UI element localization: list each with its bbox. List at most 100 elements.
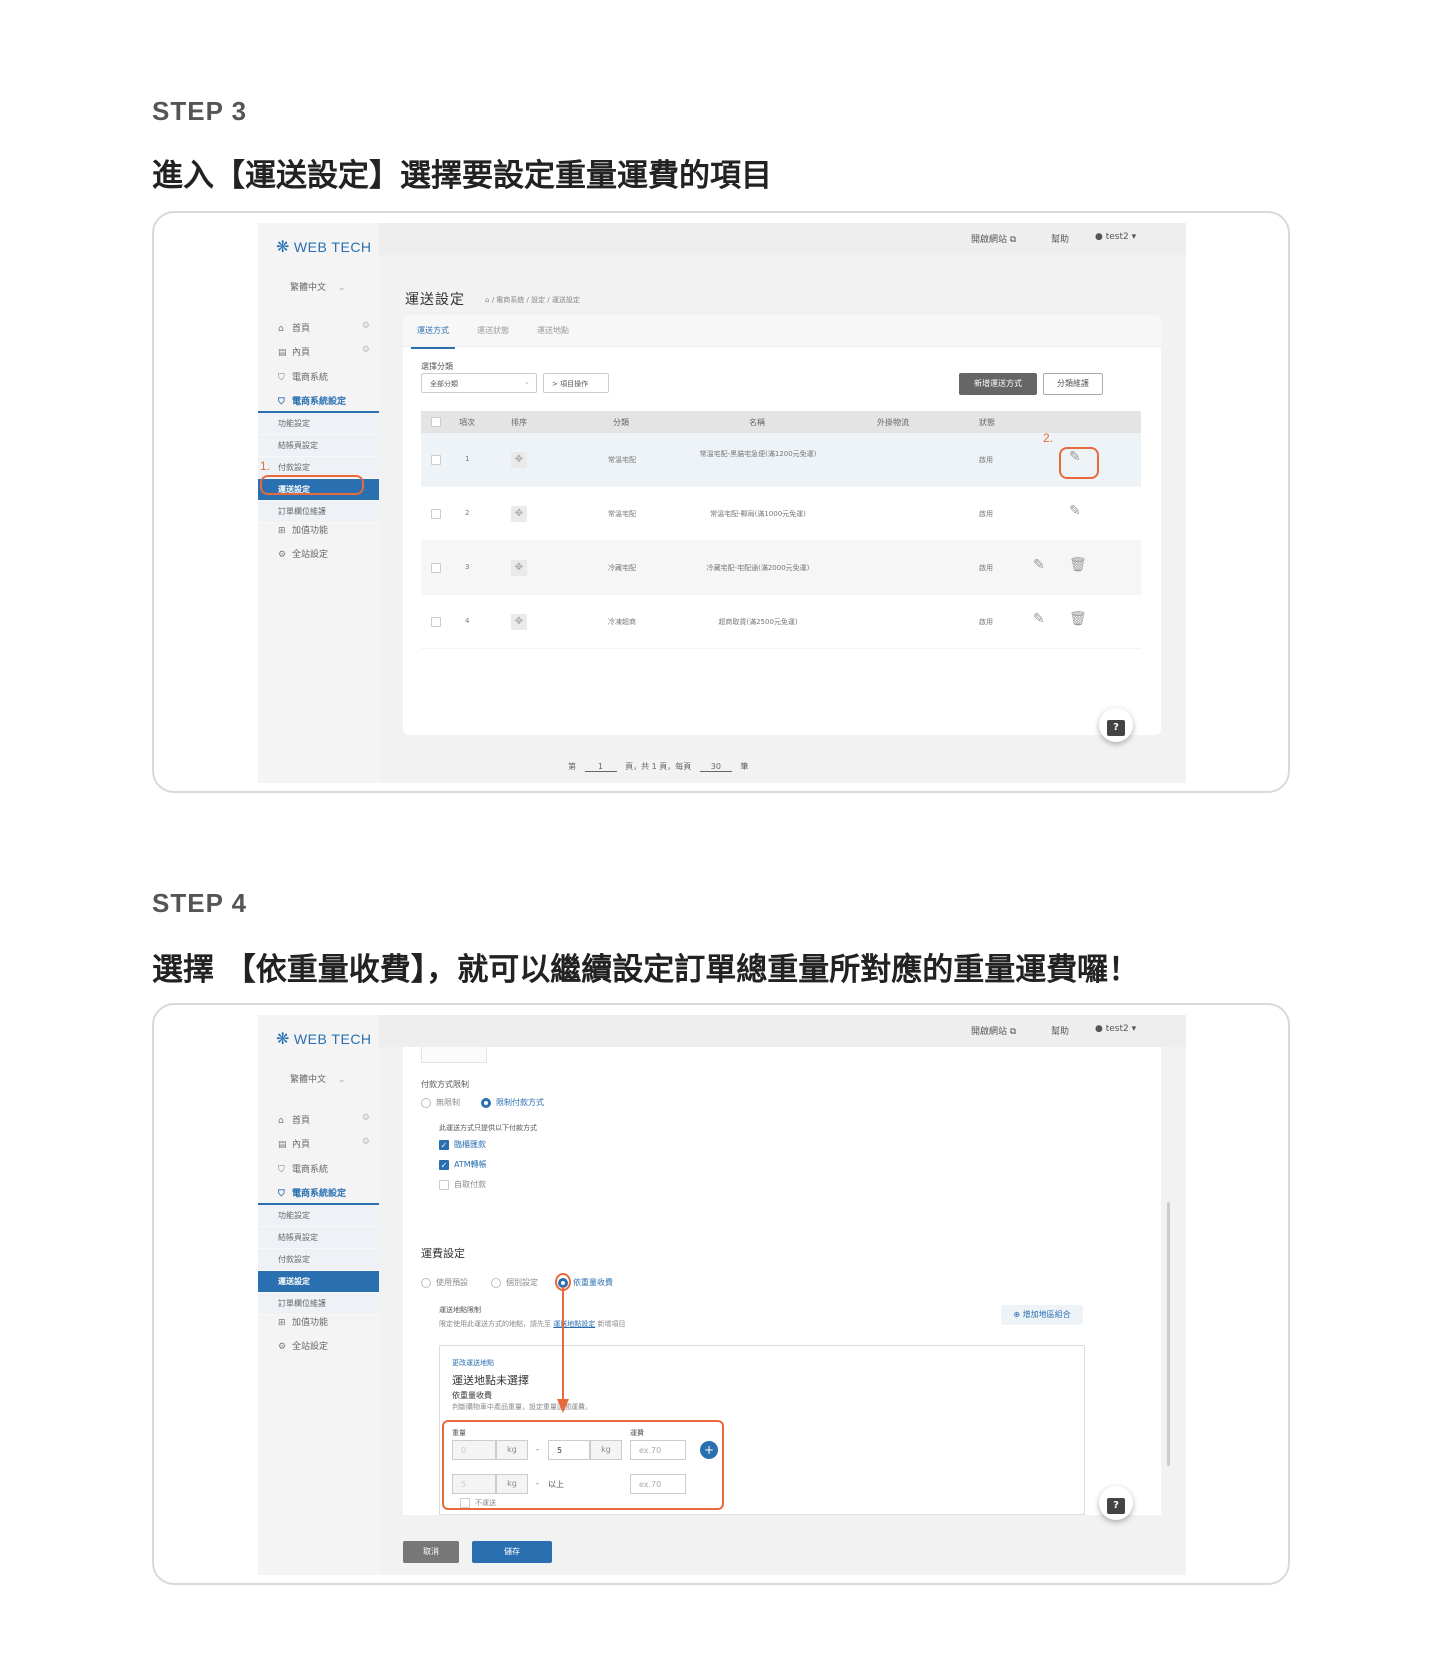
drag-handle-icon[interactable]: ✥ xyxy=(511,506,527,522)
row-checkbox[interactable] xyxy=(431,563,441,573)
category-label: 選擇分類 xyxy=(421,362,453,371)
checkbox-atm[interactable]: ✓ ATM轉帳 xyxy=(439,1159,487,1170)
gear-icon[interactable]: ⚙ xyxy=(362,321,370,331)
step3-title: 進入【運送設定】選擇要設定重量運費的項目 xyxy=(152,158,772,194)
drag-handle-icon[interactable]: ✥ xyxy=(511,452,527,468)
sidebar-item-label: 內頁 xyxy=(292,348,311,358)
sidebar-item-site-settings[interactable]: ⚙ 全站設定 xyxy=(278,547,370,563)
sidebar-item-addons[interactable]: ⊞ 加值功能 xyxy=(278,1315,370,1331)
user-menu[interactable]: ● test2 ▾ xyxy=(1095,232,1136,242)
gear-icon[interactable]: ⚙ xyxy=(362,345,370,355)
radio-no-limit[interactable]: 無限制 xyxy=(421,1097,460,1108)
radio-use-default[interactable]: 使用預設 xyxy=(421,1277,468,1288)
row-name: 常溫宅配-黑貓宅急便(滿1200元免運) xyxy=(699,450,817,458)
edit-icon[interactable]: ✎ xyxy=(1033,611,1045,627)
sidebar-item-ecommerce-settings[interactable]: ⛉ 電商系統設定 xyxy=(278,1186,370,1202)
sidebar-subitem-order-fields[interactable]: 訂單欄位維護 xyxy=(258,501,379,523)
sidebar-subitem-order-fields[interactable]: 訂單欄位維護 xyxy=(258,1293,379,1315)
trash-icon[interactable]: 🗑 xyxy=(1069,611,1087,627)
help-link[interactable]: 幫助 xyxy=(1051,232,1069,245)
column-header: 分類 xyxy=(613,418,629,427)
tab-shipping-methods[interactable]: 運送方式 xyxy=(411,325,455,349)
annotation-highlight-shipping xyxy=(260,475,364,495)
tab-shipping-status[interactable]: 運送狀態 xyxy=(477,325,509,336)
sidebar-item-ecommerce-settings[interactable]: ⛉ 電商系統設定 xyxy=(278,394,370,410)
open-site-link[interactable]: 開啟網站 ⧉ xyxy=(971,1024,1016,1037)
sidebar-item-pages[interactable]: ▤ 內頁 ⚙ xyxy=(278,345,370,361)
sidebar-item-label: 全站設定 xyxy=(292,1342,329,1352)
sidebar-item-home[interactable]: ⌂ 首頁 ⚙ xyxy=(278,321,370,337)
pager-prefix: 第 xyxy=(568,762,576,771)
trash-icon[interactable]: 🗑 xyxy=(1069,557,1087,573)
sidebar-item-label: 全站設定 xyxy=(292,550,329,560)
category-maintenance-button[interactable]: 分類維護 xyxy=(1043,373,1103,395)
radio-circle xyxy=(491,1277,501,1288)
sidebar-subitem-checkout[interactable]: 結帳頁設定 xyxy=(258,1227,379,1249)
checkbox-counter-transfer[interactable]: ✓ 臨櫃匯款 xyxy=(439,1139,486,1150)
zone-limit-note-text: 限定使用此運送方式的地點，請先至 xyxy=(439,1320,551,1328)
per-page-input[interactable]: 30 xyxy=(699,762,732,772)
help-link[interactable]: 幫助 xyxy=(1051,1024,1069,1037)
user-menu[interactable]: ● test2 ▾ xyxy=(1095,1024,1136,1034)
row-checkbox[interactable] xyxy=(431,617,441,627)
category-select[interactable]: 全部分類 ⌄ xyxy=(421,373,537,393)
table-row[interactable]: 4 ✥ 冷凍超商 超商取貨(滿2500元免運) 啟用 ✎ 🗑 xyxy=(421,595,1141,649)
chevron-down-icon: ⌄ xyxy=(338,1075,346,1085)
sidebar-subitem-checkout[interactable]: 結帳頁設定 xyxy=(258,435,379,457)
row-checkbox[interactable] xyxy=(431,455,441,465)
sidebar-item-addons[interactable]: ⊞ 加值功能 xyxy=(278,523,370,539)
sidebar-subitem-payment[interactable]: 付款設定 xyxy=(258,1249,379,1271)
table-row[interactable]: 2 ✥ 常溫宅配 常溫宅配-郵局(滿1000元免運) 啟用 ✎ xyxy=(421,487,1141,541)
checkmark-icon: ✓ xyxy=(439,1159,449,1170)
sidebar-item-home[interactable]: ⌂ 首頁 ⚙ xyxy=(278,1113,370,1129)
document-icon: ▤ xyxy=(278,1140,287,1150)
cart-icon: ⛉ xyxy=(278,1189,285,1199)
scrollbar[interactable] xyxy=(1167,1202,1170,1466)
open-site-link[interactable]: 開啟網站 ⧉ xyxy=(971,232,1016,245)
home-icon[interactable]: ⌂ xyxy=(485,296,489,304)
sidebar-item-label: 加值功能 xyxy=(292,526,329,536)
change-zone-link[interactable]: 更改運送地點 xyxy=(452,1358,494,1368)
sidebar-subitem-features[interactable]: 功能設定 xyxy=(258,413,379,435)
row-name: 超商取貨(滿2500元免運) xyxy=(718,618,798,626)
row-category: 冷凍超商 xyxy=(608,618,636,626)
sidebar-item-ecommerce[interactable]: ⛉ 電商系統 xyxy=(278,1162,370,1178)
table-row[interactable]: 1 ✥ 常溫宅配 常溫宅配-黑貓宅急便(滿1200元免運) 啟用 ✎ xyxy=(421,433,1141,487)
row-checkbox[interactable] xyxy=(431,509,441,519)
gear-icon[interactable]: ⚙ xyxy=(362,1137,370,1147)
by-weight-label: 依重量收費 xyxy=(452,1391,492,1400)
radio-circle xyxy=(421,1277,431,1288)
select-all-checkbox[interactable] xyxy=(431,417,441,427)
sidebar-item-ecommerce[interactable]: ⛉ 電商系統 xyxy=(278,370,370,386)
save-button[interactable]: 儲存 xyxy=(472,1541,552,1563)
edit-icon[interactable]: ✎ xyxy=(1033,557,1045,573)
sidebar-subitem-shipping[interactable]: 運送設定 xyxy=(258,1271,379,1293)
drag-handle-icon[interactable]: ✥ xyxy=(511,560,527,576)
sidebar-subitem-features[interactable]: 功能設定 xyxy=(258,1205,379,1227)
add-shipping-method-button[interactable]: 新增運送方式 xyxy=(959,373,1037,395)
add-zone-button[interactable]: ⊕ 增加地區組合 xyxy=(1001,1305,1083,1325)
language-select[interactable]: 繁體中文 ⌄ xyxy=(290,280,346,293)
column-header: 項次 xyxy=(459,418,475,427)
checkbox-self-pickup[interactable]: 自取付款 xyxy=(439,1179,486,1190)
language-select[interactable]: 繁體中文 ⌄ xyxy=(290,1072,346,1085)
sidebar-item-label: 內頁 xyxy=(292,1140,311,1150)
help-button[interactable]: ? xyxy=(1099,708,1133,742)
main-content: 運送設定 ⌂ / 電商系統 / 設定 / 運送設定 運送方式 運送狀態 運送地點… xyxy=(379,255,1186,783)
sidebar-item-site-settings[interactable]: ⚙ 全站設定 xyxy=(278,1339,370,1355)
sidebar-submenu: 功能設定 結帳頁設定 付款設定 運送設定 訂單欄位維護 xyxy=(258,1203,379,1315)
edit-icon[interactable]: ✎ xyxy=(1069,503,1081,519)
logo: ❋ WEB TECH xyxy=(276,237,372,257)
sidebar-item-pages[interactable]: ▤ 內頁 ⚙ xyxy=(278,1137,370,1153)
breadcrumb-path: / 電商系統 / 設定 / 運送設定 xyxy=(491,296,580,304)
cancel-button[interactable]: 取消 xyxy=(403,1541,459,1563)
tab-shipping-locations[interactable]: 運送地點 xyxy=(537,325,569,336)
help-button[interactable]: ? xyxy=(1099,1486,1133,1520)
radio-individual[interactable]: 個別設定 xyxy=(491,1277,538,1288)
page-input[interactable]: 1 xyxy=(584,762,617,772)
drag-handle-icon[interactable]: ✥ xyxy=(511,614,527,630)
gear-icon[interactable]: ⚙ xyxy=(362,1113,370,1123)
radio-limit-payment[interactable]: 限制付款方式 xyxy=(481,1097,544,1108)
item-action-button[interactable]: > 項目操作 xyxy=(543,373,609,393)
table-row[interactable]: 3 ✥ 冷藏宅配 冷藏宅配-宅配通(滿2000元免運) 啟用 ✎ 🗑 xyxy=(421,541,1141,595)
